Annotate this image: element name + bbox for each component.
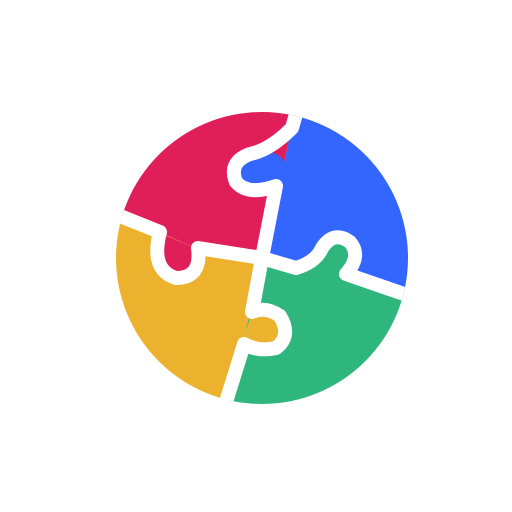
puzzle-circle-logo — [116, 112, 408, 404]
puzzle-disc — [116, 112, 408, 404]
app-icon-canvas — [0, 0, 512, 512]
